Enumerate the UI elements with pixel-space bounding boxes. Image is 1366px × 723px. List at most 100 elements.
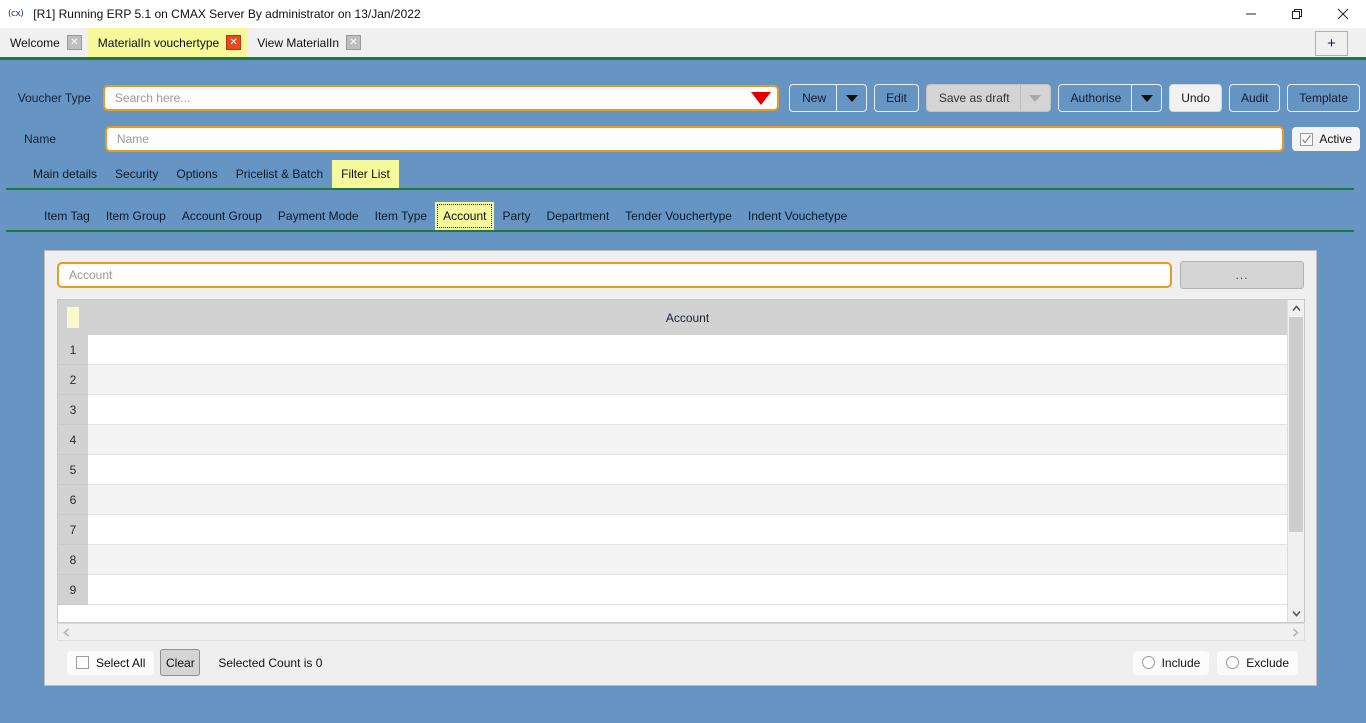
tab-item-group[interactable]: Item Group: [98, 202, 174, 230]
form-body: Voucher Type Search here... New Edit Sav…: [0, 60, 1366, 723]
tab-pricelist-and-batch[interactable]: Pricelist & Batch: [227, 160, 332, 188]
save-as-draft-dropdown-button[interactable]: [1019, 85, 1050, 111]
cell-account[interactable]: [88, 365, 1287, 395]
tab-indent-vouchetype[interactable]: Indent Vouchetype: [740, 202, 855, 230]
grid-vertical-scrollbar[interactable]: [1287, 300, 1304, 622]
primary-tab-bar: Main details Security Options Pricelist …: [6, 160, 1354, 190]
document-tab-welcome[interactable]: Welcome ✕: [0, 28, 88, 57]
account-search-row: Account ...: [45, 251, 1316, 289]
scroll-up-button[interactable]: [1288, 300, 1304, 317]
tab-item-type[interactable]: Item Type: [367, 202, 435, 230]
table-row[interactable]: 3: [58, 395, 1287, 425]
maximize-button[interactable]: [1274, 0, 1320, 28]
window-title: [R1] Running ERP 5.1 on CMAX Server By a…: [33, 7, 421, 21]
chevron-left-icon: [63, 627, 70, 637]
audit-button[interactable]: Audit: [1228, 84, 1281, 112]
select-all-checkbox[interactable]: Select All: [67, 650, 155, 675]
tab-payment-mode[interactable]: Payment Mode: [270, 202, 367, 230]
new-tab-button[interactable]: +: [1315, 31, 1348, 56]
table-row[interactable]: 7: [58, 515, 1287, 545]
table-row[interactable]: 5: [58, 455, 1287, 485]
clear-button[interactable]: Clear: [160, 649, 201, 676]
document-tab-view-materialin[interactable]: View MaterialIn ✕: [247, 28, 368, 57]
table-row[interactable]: 8: [58, 545, 1287, 575]
new-button-label: New: [802, 91, 827, 105]
cell-account[interactable]: [88, 455, 1287, 485]
table-row[interactable]: 9: [58, 575, 1287, 605]
cell-account[interactable]: [88, 425, 1287, 455]
exclude-radio[interactable]: Exclude: [1217, 650, 1298, 675]
row-number: 7: [58, 515, 88, 545]
edit-button[interactable]: Edit: [874, 84, 919, 112]
voucher-type-search-input[interactable]: Search here...: [102, 85, 780, 111]
close-button[interactable]: [1320, 0, 1366, 28]
tab-account-group[interactable]: Account Group: [174, 202, 270, 230]
cell-account[interactable]: [88, 335, 1287, 365]
authorise-button-label: Authorise: [1070, 91, 1122, 105]
chevron-down-icon: [1029, 94, 1042, 102]
scroll-down-button[interactable]: [1288, 605, 1304, 622]
tab-options[interactable]: Options: [167, 160, 226, 188]
chevron-down-icon: [1140, 94, 1153, 102]
tab-item-tag[interactable]: Item Tag: [36, 202, 98, 230]
tab-security[interactable]: Security: [106, 160, 167, 188]
table-row[interactable]: 1: [58, 335, 1287, 365]
table-row[interactable]: 4: [58, 425, 1287, 455]
row-number: 8: [58, 545, 88, 575]
tab-party[interactable]: Party: [494, 202, 538, 230]
table-row[interactable]: 6: [58, 485, 1287, 515]
tab-department[interactable]: Department: [538, 202, 617, 230]
action-toolbar: New Edit Save as draft Authorise Undo Au…: [789, 84, 1360, 112]
column-header-account[interactable]: Account: [88, 300, 1287, 335]
cell-account[interactable]: [88, 575, 1287, 605]
close-icon[interactable]: ✕: [226, 35, 242, 50]
app-logo-icon: (cx): [8, 9, 24, 19]
save-as-draft-label: Save as draft: [938, 91, 1010, 105]
tab-tender-vouchertype[interactable]: Tender Vouchertype: [617, 202, 740, 230]
cell-account[interactable]: [88, 515, 1287, 545]
name-input[interactable]: Name: [104, 126, 1285, 152]
checkbox-box: [76, 656, 89, 669]
new-button[interactable]: New: [789, 84, 868, 112]
scroll-left-button[interactable]: [58, 624, 75, 640]
grid-horizontal-scrollbar[interactable]: [57, 623, 1305, 641]
scroll-track[interactable]: [1288, 317, 1304, 605]
template-button[interactable]: Template: [1287, 84, 1360, 112]
save-as-draft-button[interactable]: Save as draft: [925, 84, 1051, 112]
scroll-thumb[interactable]: [1289, 317, 1303, 532]
tab-account[interactable]: Account: [435, 202, 495, 230]
account-placeholder: Account: [69, 268, 113, 282]
include-label: Include: [1161, 655, 1201, 670]
row-number: 3: [58, 395, 88, 425]
table-row[interactable]: 2: [58, 365, 1287, 395]
authorise-dropdown-button[interactable]: [1131, 85, 1161, 111]
tab-filter-list[interactable]: Filter List: [332, 160, 399, 188]
scroll-right-button[interactable]: [1287, 624, 1304, 640]
name-placeholder: Name: [116, 132, 149, 146]
cell-account[interactable]: [88, 395, 1287, 425]
tab-main-details[interactable]: Main details: [24, 160, 106, 188]
minimize-button[interactable]: [1228, 0, 1274, 28]
window-controls: [1228, 0, 1366, 28]
grid-corner-indicator: [67, 307, 79, 328]
account-search-input[interactable]: Account: [57, 262, 1173, 288]
cell-account[interactable]: [88, 545, 1287, 575]
voucher-type-placeholder: Search here...: [114, 91, 191, 105]
close-icon[interactable]: ✕: [66, 35, 82, 50]
tab-label: Welcome: [10, 35, 60, 50]
close-icon[interactable]: ✕: [346, 35, 362, 50]
form-content: Voucher Type Search here... New Edit Sav…: [6, 60, 1360, 723]
undo-button[interactable]: Undo: [1169, 84, 1222, 112]
new-dropdown-button[interactable]: [836, 85, 866, 111]
cell-account[interactable]: [88, 485, 1287, 515]
include-radio[interactable]: Include: [1132, 650, 1210, 675]
document-tab-materialin-vouchertype[interactable]: MaterialIn vouchertype ✕: [87, 28, 248, 57]
authorise-button[interactable]: Authorise: [1057, 84, 1163, 112]
row-number: 1: [58, 335, 88, 365]
exclude-label: Exclude: [1246, 655, 1289, 670]
caret-down-icon[interactable]: [751, 91, 772, 105]
account-browse-button[interactable]: ...: [1180, 261, 1304, 289]
active-checkbox[interactable]: Active: [1292, 127, 1360, 151]
row-number: 9: [58, 575, 88, 605]
grid-select-all-corner[interactable]: [58, 300, 88, 335]
